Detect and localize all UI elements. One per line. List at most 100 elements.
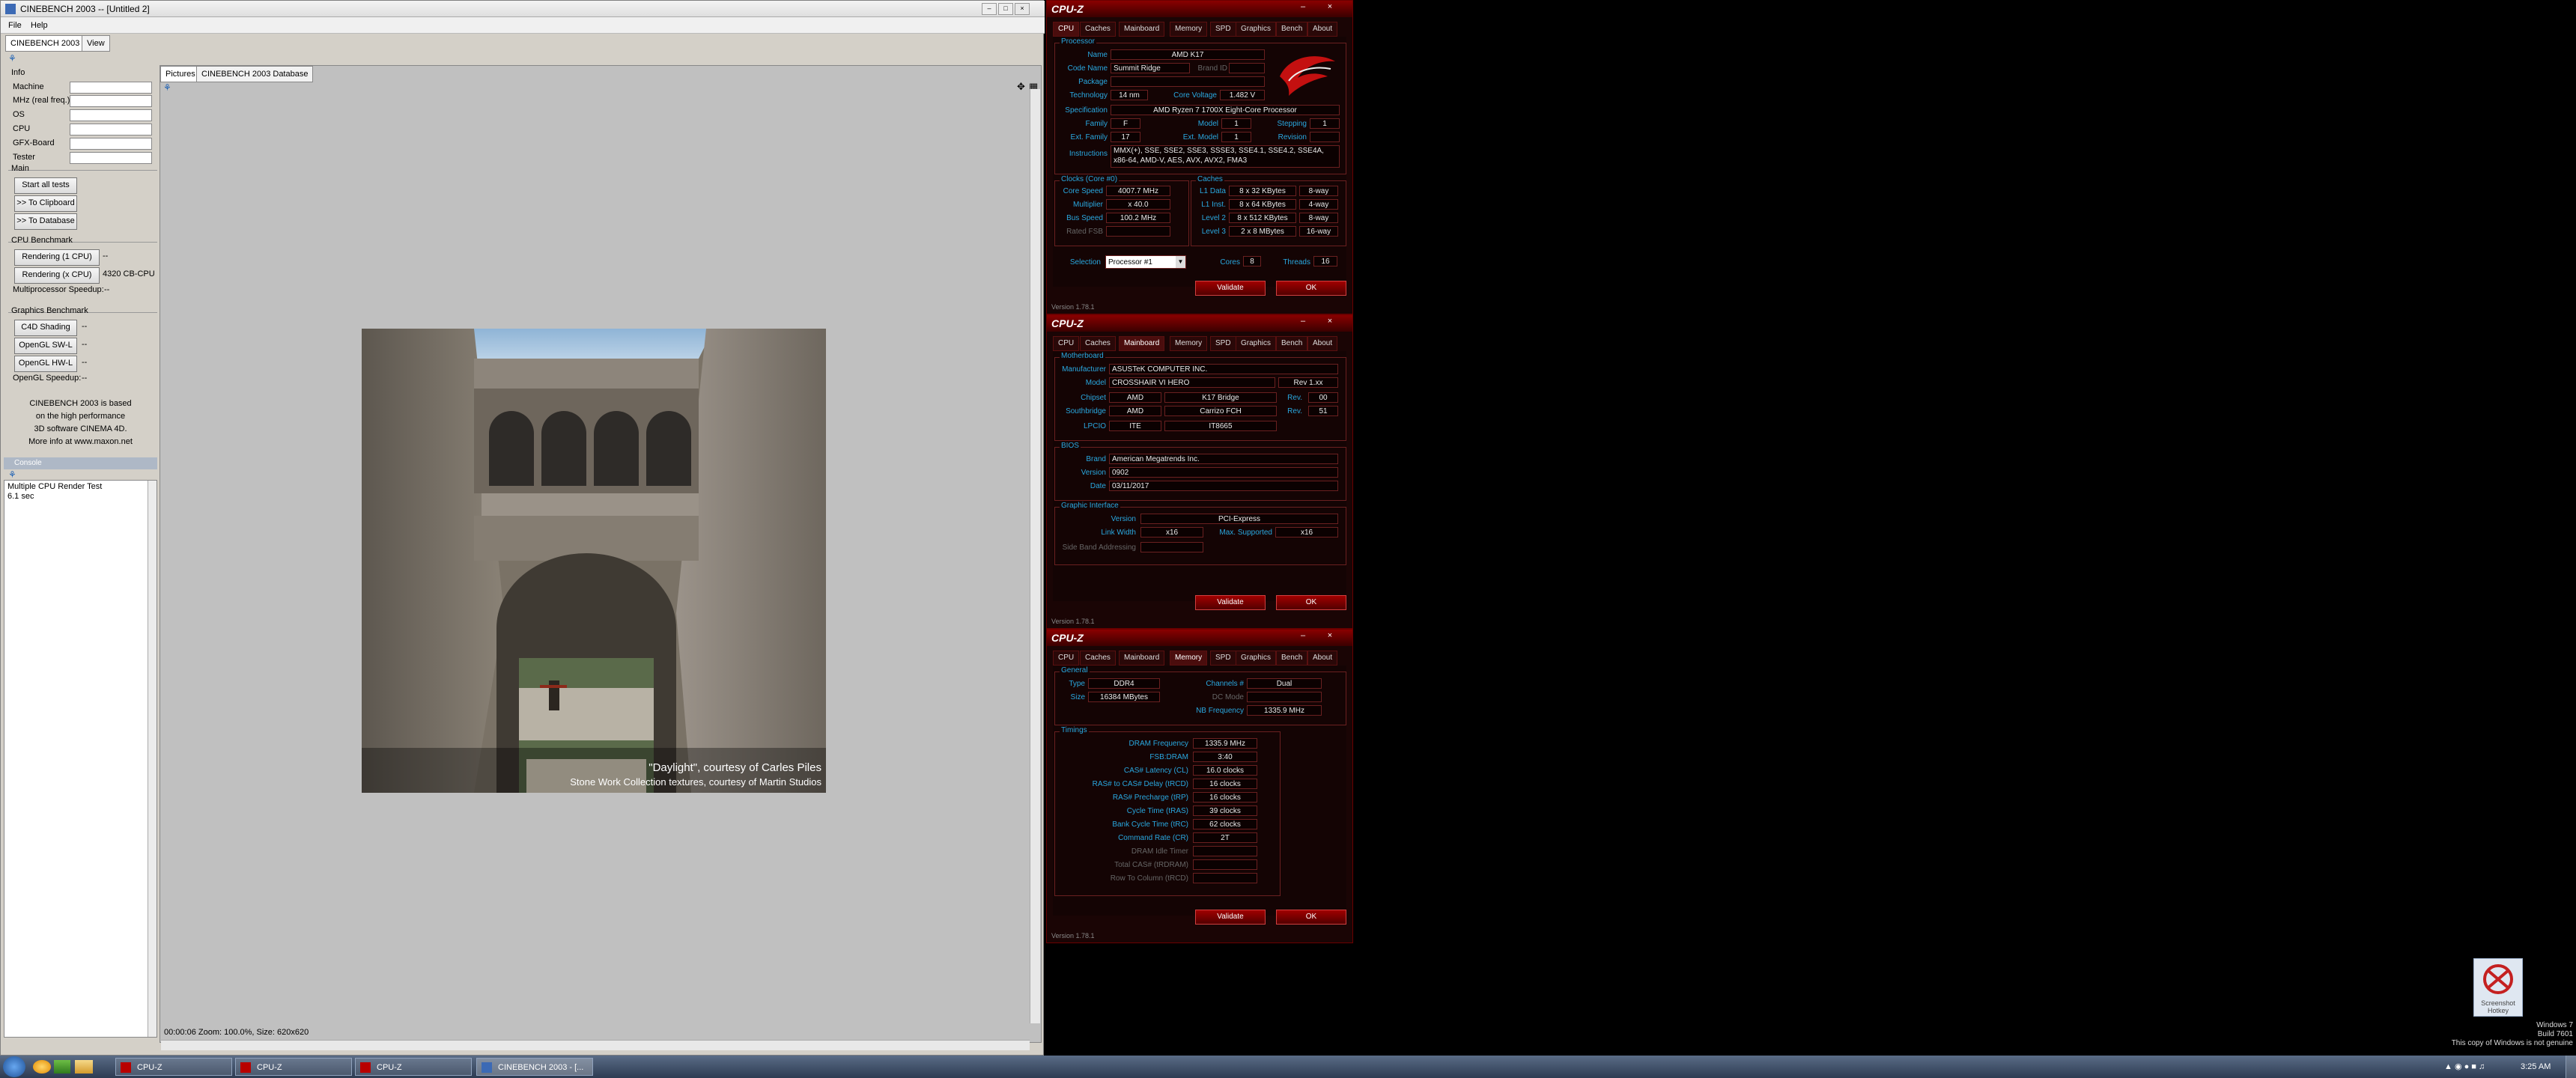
close-button[interactable]: × xyxy=(1324,317,1336,326)
tab-memory[interactable]: Memory xyxy=(1170,651,1208,666)
viewer-horizontal-scrollbar[interactable] xyxy=(161,1040,1030,1050)
tab-cpu[interactable]: CPU xyxy=(1053,22,1080,37)
taskbar-item-cinebench[interactable]: CINEBENCH 2003 - [... xyxy=(476,1058,593,1076)
manufacturer-value: ASUSTeK COMPUTER INC. xyxy=(1109,364,1338,374)
menu-help[interactable]: Help xyxy=(31,21,48,30)
tab-memory[interactable]: Memory xyxy=(1170,336,1208,351)
tab-mainboard[interactable]: Mainboard xyxy=(1119,651,1165,666)
tab-caches[interactable]: Caches xyxy=(1080,336,1116,351)
tab-bench[interactable]: Bench xyxy=(1276,651,1308,666)
mhz-field[interactable] xyxy=(70,95,152,107)
os-field[interactable] xyxy=(70,109,152,121)
rendering-xcpu-result: 4320 CB-CPU xyxy=(103,270,155,278)
taskbar-clock[interactable]: 3:25 AM xyxy=(2521,1062,2551,1071)
processor-select[interactable]: Processor #1 xyxy=(1105,255,1186,269)
machine-field[interactable] xyxy=(70,82,152,94)
close-button[interactable]: × xyxy=(1324,631,1336,640)
tab-mainboard[interactable]: Mainboard xyxy=(1119,22,1165,37)
tab-view[interactable]: View xyxy=(82,35,110,52)
minimize-button[interactable]: – xyxy=(1297,317,1309,326)
tab-graphics[interactable]: Graphics xyxy=(1236,22,1277,37)
tab-database[interactable]: CINEBENCH 2003 Database xyxy=(196,66,314,82)
menu-file[interactable]: File xyxy=(8,21,22,30)
tab-about[interactable]: About xyxy=(1307,651,1338,666)
tab-bench[interactable]: Bench xyxy=(1276,22,1308,37)
ok-button[interactable]: OK xyxy=(1276,281,1346,296)
chevron-down-icon[interactable]: ▼ xyxy=(1176,256,1185,268)
viewer-pin-icon[interactable]: ⚘ xyxy=(163,82,171,93)
tab-spd[interactable]: SPD xyxy=(1210,336,1236,351)
tab-spd[interactable]: SPD xyxy=(1210,651,1236,666)
opengl-hw-button[interactable]: OpenGL HW-L xyxy=(14,356,77,372)
tab-memory[interactable]: Memory xyxy=(1170,22,1208,37)
validate-button[interactable]: Validate xyxy=(1195,281,1266,296)
opengl-speedup-label: OpenGL Speedup: xyxy=(13,374,82,383)
validate-button[interactable]: Validate xyxy=(1195,910,1266,925)
gfx-board-field[interactable] xyxy=(70,138,152,150)
tab-mainboard[interactable]: Mainboard xyxy=(1119,336,1165,351)
console-scrollbar[interactable] xyxy=(148,481,157,1037)
c4d-shading-button[interactable]: C4D Shading xyxy=(14,320,77,336)
ok-button[interactable]: OK xyxy=(1276,910,1346,925)
tab-caches[interactable]: Caches xyxy=(1080,22,1116,37)
minimize-button[interactable]: – xyxy=(982,3,997,15)
info-group-label: Info xyxy=(11,68,25,77)
taskbar-item-cpuz[interactable]: CPU-Z xyxy=(355,1058,472,1076)
chipset-vendor: AMD xyxy=(1109,392,1161,403)
show-desktop-button[interactable] xyxy=(2566,1056,2576,1078)
tab-pictures[interactable]: Pictures xyxy=(160,66,201,82)
chipset-value: K17 Bridge xyxy=(1164,392,1277,403)
maximize-button[interactable]: □ xyxy=(998,3,1013,15)
c4d-shading-result: -- xyxy=(82,322,88,331)
l3-ways: 16-way xyxy=(1299,226,1338,237)
l1-inst-value: 8 x 64 KBytes xyxy=(1229,199,1296,210)
tab-about[interactable]: About xyxy=(1307,336,1338,351)
graphic-interface-group: Graphic Interface Version PCI-Express Li… xyxy=(1054,502,1346,565)
cpuz-title: CPU-Z xyxy=(1051,317,1084,329)
minimize-button[interactable]: – xyxy=(1297,2,1309,11)
cpu-field[interactable] xyxy=(70,124,152,135)
tab-about[interactable]: About xyxy=(1307,22,1338,37)
tab-graphics[interactable]: Graphics xyxy=(1236,651,1277,666)
start-all-tests-button[interactable]: Start all tests xyxy=(14,177,77,194)
timing-label: Total CAS# (tRDRAM) xyxy=(1114,861,1188,869)
rated-fsb-value xyxy=(1106,226,1170,237)
taskbar-item-cpuz[interactable]: CPU-Z xyxy=(115,1058,232,1076)
minimize-button[interactable]: – xyxy=(1297,631,1309,640)
system-tray-icons[interactable]: ▲ ◉ ● ■ ♫ xyxy=(2444,1062,2485,1071)
info-machine-label: Machine xyxy=(13,82,44,91)
tab-graphics[interactable]: Graphics xyxy=(1236,336,1277,351)
start-button[interactable] xyxy=(3,1056,25,1077)
folder-icon[interactable] xyxy=(75,1060,93,1074)
tab-cinebench[interactable]: CINEBENCH 2003 xyxy=(5,35,85,52)
tab-caches[interactable]: Caches xyxy=(1080,651,1116,666)
chrome-icon[interactable] xyxy=(54,1060,70,1074)
rendering-xcpu-button[interactable]: Rendering (x CPU) xyxy=(14,267,100,284)
close-button[interactable]: × xyxy=(1324,2,1336,11)
viewer-vertical-scrollbar[interactable] xyxy=(1030,89,1040,1023)
desktop-shortcut[interactable]: Screenshot Hotkey xyxy=(2471,958,2524,1018)
pin-icon[interactable]: ⚘ xyxy=(8,53,16,64)
cpuz-titlebar: CPU-Z – × xyxy=(1047,315,1352,332)
max-supported-label: Max. Supported xyxy=(1219,529,1272,537)
close-button[interactable]: × xyxy=(1015,3,1030,15)
ok-button[interactable]: OK xyxy=(1276,595,1346,610)
tester-field[interactable] xyxy=(70,152,152,164)
to-database-button[interactable]: >> To Database xyxy=(14,213,77,230)
tab-cpu[interactable]: CPU xyxy=(1053,336,1080,351)
channels-value: Dual xyxy=(1247,678,1322,689)
validate-button[interactable]: Validate xyxy=(1195,595,1266,610)
console-pin-icon[interactable]: ⚘ xyxy=(8,469,16,480)
tab-spd[interactable]: SPD xyxy=(1210,22,1236,37)
move-icon[interactable]: ✥ xyxy=(1017,81,1025,93)
tab-cpu[interactable]: CPU xyxy=(1053,651,1080,666)
ie-icon[interactable] xyxy=(33,1060,51,1074)
opengl-sw-button[interactable]: OpenGL SW-L xyxy=(14,338,77,354)
size-label: Size xyxy=(1070,693,1085,701)
link-width-label: Link Width xyxy=(1101,529,1136,537)
model-revision-value: Rev 1.xx xyxy=(1278,377,1338,388)
to-clipboard-button[interactable]: >> To Clipboard xyxy=(14,195,77,212)
taskbar-item-cpuz[interactable]: CPU-Z xyxy=(235,1058,352,1076)
tab-bench[interactable]: Bench xyxy=(1276,336,1308,351)
rendering-1cpu-button[interactable]: Rendering (1 CPU) xyxy=(14,249,100,266)
